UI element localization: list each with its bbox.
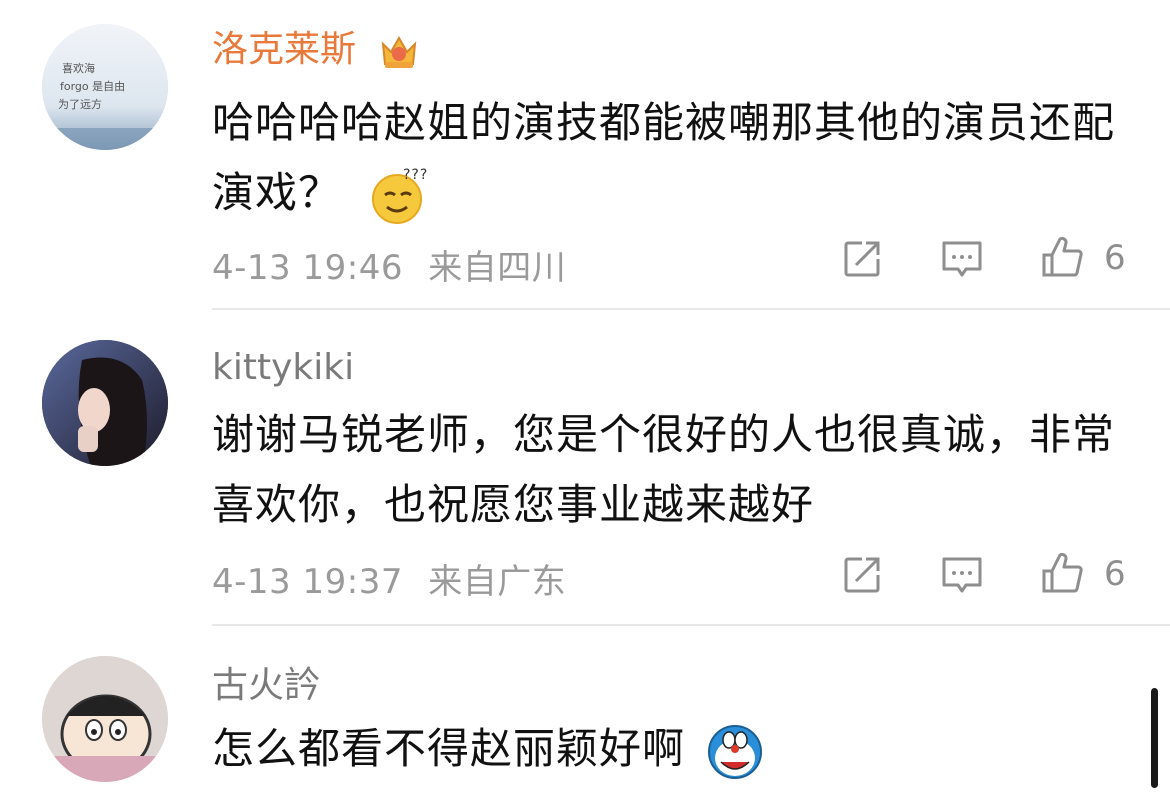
thumbs-up-icon[interactable] — [1040, 235, 1084, 279]
comment-item: 古火訡 怎么都看不得赵丽颖好啊 — [0, 626, 1170, 795]
thumbs-up-icon[interactable] — [1040, 551, 1084, 595]
svg-text:???: ??? — [403, 167, 428, 183]
comment-icon[interactable] — [940, 237, 984, 281]
avatar[interactable]: 喜欢海 forgo 是自由 为了远方 — [42, 24, 168, 150]
comment-item: 喜欢海 forgo 是自由 为了远方 洛克莱斯 哈哈哈哈赵姐的演技都能被嘲那其他… — [0, 0, 1170, 310]
avatar[interactable] — [42, 656, 168, 782]
comment-icon[interactable] — [940, 553, 984, 597]
comment-text-content: 谢谢马锐老师，您是个很好的人也很真诚，非常喜欢你，也祝愿您事业越来越好 — [212, 410, 1116, 529]
comment-text-content: 怎么都看不得赵丽颖好啊 — [212, 724, 686, 773]
comment-item: kittykiki 谢谢马锐老师，您是个很好的人也很真诚，非常喜欢你，也祝愿您事… — [0, 310, 1170, 626]
comment-time: 4-13 19:46 — [212, 248, 403, 288]
comment-text-content: 哈哈哈哈赵姐的演技都能被嘲那其他的演员还配演戏？ — [212, 98, 1116, 217]
username-label: 洛克莱斯 — [212, 29, 357, 70]
avatar-text-line: 为了远方 — [58, 97, 102, 111]
thinking-confused-emoji: ??? — [372, 167, 428, 224]
avatar-text-line: forgo 是自由 — [60, 79, 125, 93]
username-label: kittykiki — [212, 347, 355, 388]
share-icon[interactable] — [840, 553, 884, 597]
comment-location: 来自广东 — [428, 562, 567, 602]
comment-location: 来自四川 — [428, 248, 567, 288]
username[interactable]: 古火訡 — [212, 664, 320, 708]
username[interactable]: kittykiki — [212, 346, 354, 390]
comment-time: 4-13 19:37 — [212, 562, 403, 602]
avatar-text-line: 喜欢海 — [62, 61, 95, 75]
avatar[interactable] — [42, 340, 168, 466]
doraemon-emoji — [708, 724, 763, 779]
scrollbar[interactable] — [1151, 688, 1158, 788]
comment-meta: 4-13 19:37 来自广东 — [212, 554, 566, 603]
comment-meta: 4-13 19:46 来自四川 — [212, 240, 566, 289]
avatar-image — [42, 340, 168, 466]
avatar-image — [42, 656, 168, 782]
comment-text: 哈哈哈哈赵姐的演技都能被嘲那其他的演员还配演戏？ ??? — [212, 88, 1142, 228]
share-icon[interactable] — [840, 237, 884, 281]
like-count: 6 — [1104, 238, 1126, 278]
avatar-image: 喜欢海 forgo 是自由 为了远方 — [42, 24, 168, 150]
username-label: 古火訡 — [212, 665, 321, 706]
comment-text: 谢谢马锐老师，您是个很好的人也很真诚，非常喜欢你，也祝愿您事业越来越好 — [212, 400, 1142, 540]
comment-text: 怎么都看不得赵丽颖好啊 — [212, 714, 1142, 784]
like-count: 6 — [1104, 554, 1126, 594]
username[interactable]: 洛克莱斯 — [212, 28, 421, 72]
crown-vip-icon — [382, 35, 417, 68]
